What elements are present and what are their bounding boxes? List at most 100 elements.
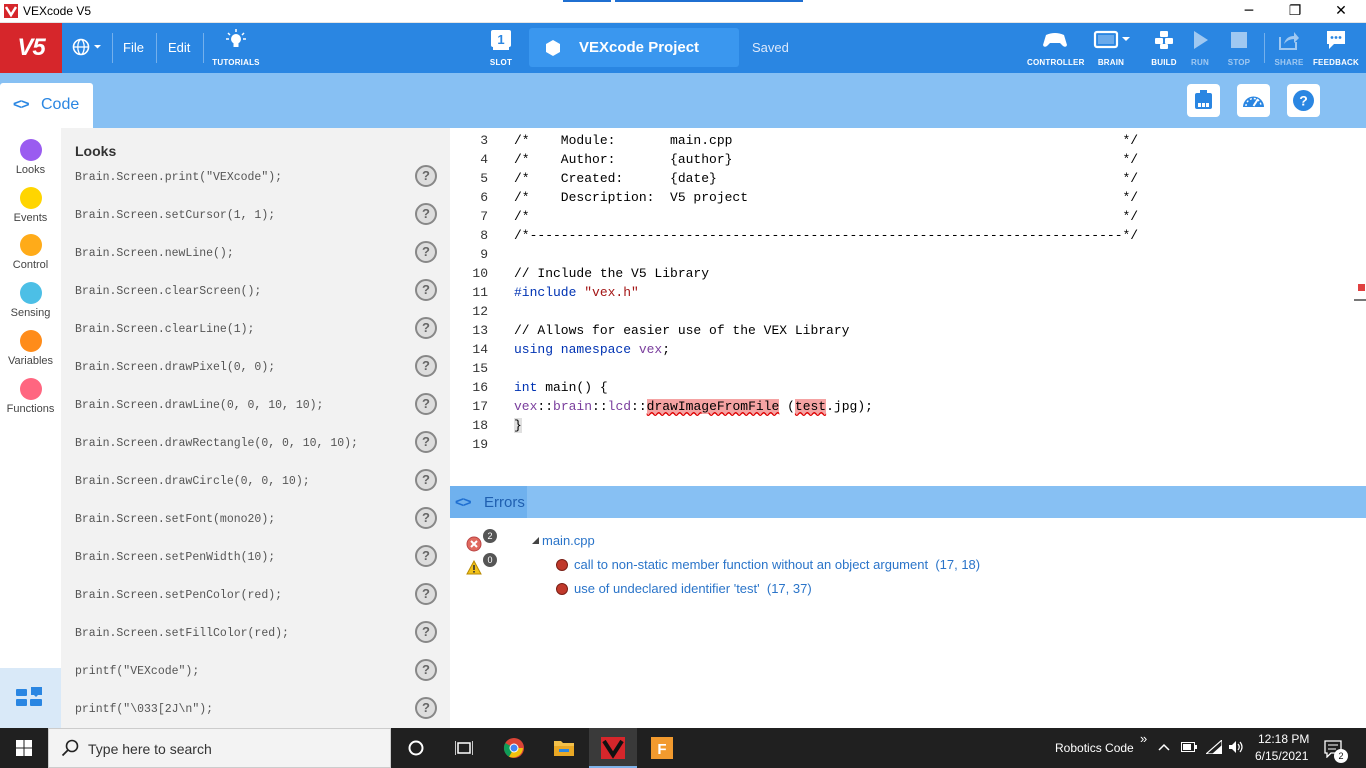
task-view-button[interactable]	[440, 728, 488, 768]
windows-start-icon[interactable]	[16, 740, 32, 756]
restore-button[interactable]: ❐	[1272, 0, 1318, 22]
windows-taskbar: Type here to search F Robotics Code » 12…	[0, 728, 1366, 768]
chevron-up-icon[interactable]	[1158, 743, 1170, 751]
file-explorer-button[interactable]	[540, 728, 588, 768]
category-functions[interactable]: Functions	[0, 378, 61, 415]
vexcode-app-icon	[4, 4, 18, 18]
help-button[interactable]: ?	[1287, 84, 1320, 117]
snippet-item[interactable]: Brain.Screen.clearLine(1);	[75, 323, 254, 336]
error-item[interactable]: call to non-static member function witho…	[574, 557, 980, 572]
language-menu[interactable]	[70, 37, 104, 57]
close-button[interactable]: ✕	[1318, 0, 1364, 22]
help-circle-icon[interactable]: ?	[415, 469, 437, 491]
warning-count-icon	[466, 560, 482, 575]
dashboard-icon	[1243, 96, 1264, 107]
snippet-item[interactable]: Brain.Screen.clearScreen();	[75, 285, 261, 298]
category-list: Looks Events Control Sensing Variables F…	[0, 128, 61, 668]
snippet-item[interactable]: Brain.Screen.drawCircle(0, 0, 10);	[75, 475, 310, 488]
slot-button[interactable]: 1 SLOT	[484, 29, 518, 67]
help-circle-icon[interactable]: ?	[415, 621, 437, 643]
edit-menu[interactable]: Edit	[168, 40, 190, 55]
category-events[interactable]: Events	[0, 187, 61, 224]
error-location: (17, 18)	[935, 557, 981, 572]
tray-robotics-code[interactable]: Robotics Code	[1055, 741, 1134, 755]
help-circle-icon[interactable]: ?	[415, 697, 437, 719]
cortana-button[interactable]	[392, 728, 440, 768]
fusion-icon: F	[651, 737, 673, 759]
help-circle-icon[interactable]: ?	[415, 659, 437, 681]
snippet-item[interactable]: Brain.Screen.setPenWidth(10);	[75, 551, 275, 564]
top-highlight	[615, 0, 803, 2]
battery-icon[interactable]	[1181, 742, 1197, 752]
help-circle-icon[interactable]: ?	[415, 507, 437, 529]
vexcode-taskbar-button[interactable]	[589, 728, 637, 768]
error-file-item[interactable]: main.cpp	[542, 533, 595, 548]
error-count-badge: 2	[483, 529, 497, 543]
taskbar-search-box[interactable]: Type here to search	[48, 728, 391, 768]
volume-icon[interactable]	[1228, 740, 1244, 754]
tray-expand-icon[interactable]: »	[1140, 731, 1147, 746]
snippet-item[interactable]: Brain.Screen.setFillColor(red);	[75, 627, 289, 640]
minimize-button[interactable]: ─	[1226, 0, 1272, 22]
tutorials-button[interactable]: TUTORIALS	[210, 29, 262, 67]
category-control[interactable]: Control	[0, 234, 61, 271]
clock-time[interactable]: 12:18 PM	[1258, 732, 1309, 746]
help-circle-icon[interactable]: ?	[415, 393, 437, 415]
code-editor[interactable]: 3/* Module: main.cpp */ 4/* Author: {aut…	[450, 128, 1366, 486]
help-circle-icon[interactable]: ?	[415, 165, 437, 187]
snippet-item[interactable]: printf("VEXcode");	[75, 665, 199, 678]
error-highlight: test	[794, 399, 827, 414]
build-icon	[1155, 31, 1173, 49]
snippet-item[interactable]: printf("\033[2J\n");	[75, 703, 213, 716]
scroll-position-marker[interactable]	[1354, 299, 1366, 301]
window-titlebar: VEXcode V5 ─ ❐ ✕	[0, 0, 1366, 23]
extensions-icon	[16, 687, 42, 706]
snippet-item[interactable]: Brain.Screen.newLine();	[75, 247, 234, 260]
snippet-item[interactable]: Brain.Screen.drawLine(0, 0, 10, 10);	[75, 399, 323, 412]
dashboard-button[interactable]	[1237, 84, 1270, 117]
fusion-taskbar-button[interactable]: F	[638, 728, 686, 768]
category-label: Looks	[15, 164, 46, 176]
file-menu[interactable]: File	[123, 40, 144, 55]
vexcode-icon	[601, 737, 625, 759]
help-circle-icon[interactable]: ?	[415, 545, 437, 567]
project-name-box[interactable]: VEXcode Project	[529, 28, 739, 67]
build-button[interactable]: BUILD	[1147, 29, 1181, 67]
tab-errors[interactable]: <> Errors	[450, 486, 527, 518]
snippet-item[interactable]: Brain.Screen.setCursor(1, 1);	[75, 209, 275, 222]
help-circle-icon[interactable]: ?	[415, 431, 437, 453]
search-icon	[61, 739, 79, 757]
tab-code[interactable]: <> Code	[0, 83, 93, 128]
snippet-item[interactable]: Brain.Screen.drawRectangle(0, 0, 10, 10)…	[75, 437, 358, 450]
looks-dot-icon	[19, 139, 42, 161]
snippet-item[interactable]: Brain.Screen.setFont(mono20);	[75, 513, 275, 526]
wifi-icon[interactable]	[1206, 740, 1222, 754]
snippet-item[interactable]: Brain.Screen.setPenColor(red);	[75, 589, 282, 602]
help-circle-icon[interactable]: ?	[415, 355, 437, 377]
controller-button[interactable]: CONTROLLER	[1027, 29, 1084, 67]
category-variables[interactable]: Variables	[0, 330, 61, 367]
clock-date[interactable]: 6/15/2021	[1255, 749, 1308, 763]
category-sensing[interactable]: Sensing	[0, 282, 61, 319]
brain-button[interactable]: BRAIN	[1088, 29, 1134, 67]
error-item[interactable]: use of undeclared identifier 'test' (17,…	[574, 581, 812, 596]
snippet-item[interactable]: Brain.Screen.print("VEXcode");	[75, 171, 282, 184]
help-circle-icon[interactable]: ?	[415, 279, 437, 301]
feedback-button[interactable]: FEEDBACK	[1312, 29, 1360, 67]
share-icon	[1279, 32, 1299, 50]
slot-label: SLOT	[489, 58, 513, 67]
run-button[interactable]: RUN	[1186, 29, 1214, 67]
chrome-taskbar-button[interactable]	[490, 728, 538, 768]
snippet-item[interactable]: Brain.Screen.drawPixel(0, 0);	[75, 361, 275, 374]
help-circle-icon[interactable]: ?	[415, 583, 437, 605]
devices-button[interactable]	[1187, 84, 1220, 117]
category-looks[interactable]: Looks	[0, 139, 61, 176]
extensions-area[interactable]	[0, 668, 61, 728]
category-label: Variables	[7, 355, 54, 367]
share-button[interactable]: SHARE	[1273, 29, 1305, 67]
stop-button[interactable]: STOP	[1224, 29, 1254, 67]
help-circle-icon[interactable]: ?	[415, 203, 437, 225]
help-circle-icon[interactable]: ?	[415, 241, 437, 263]
help-circle-icon[interactable]: ?	[415, 317, 437, 339]
collapse-triangle-icon[interactable]	[532, 537, 539, 544]
